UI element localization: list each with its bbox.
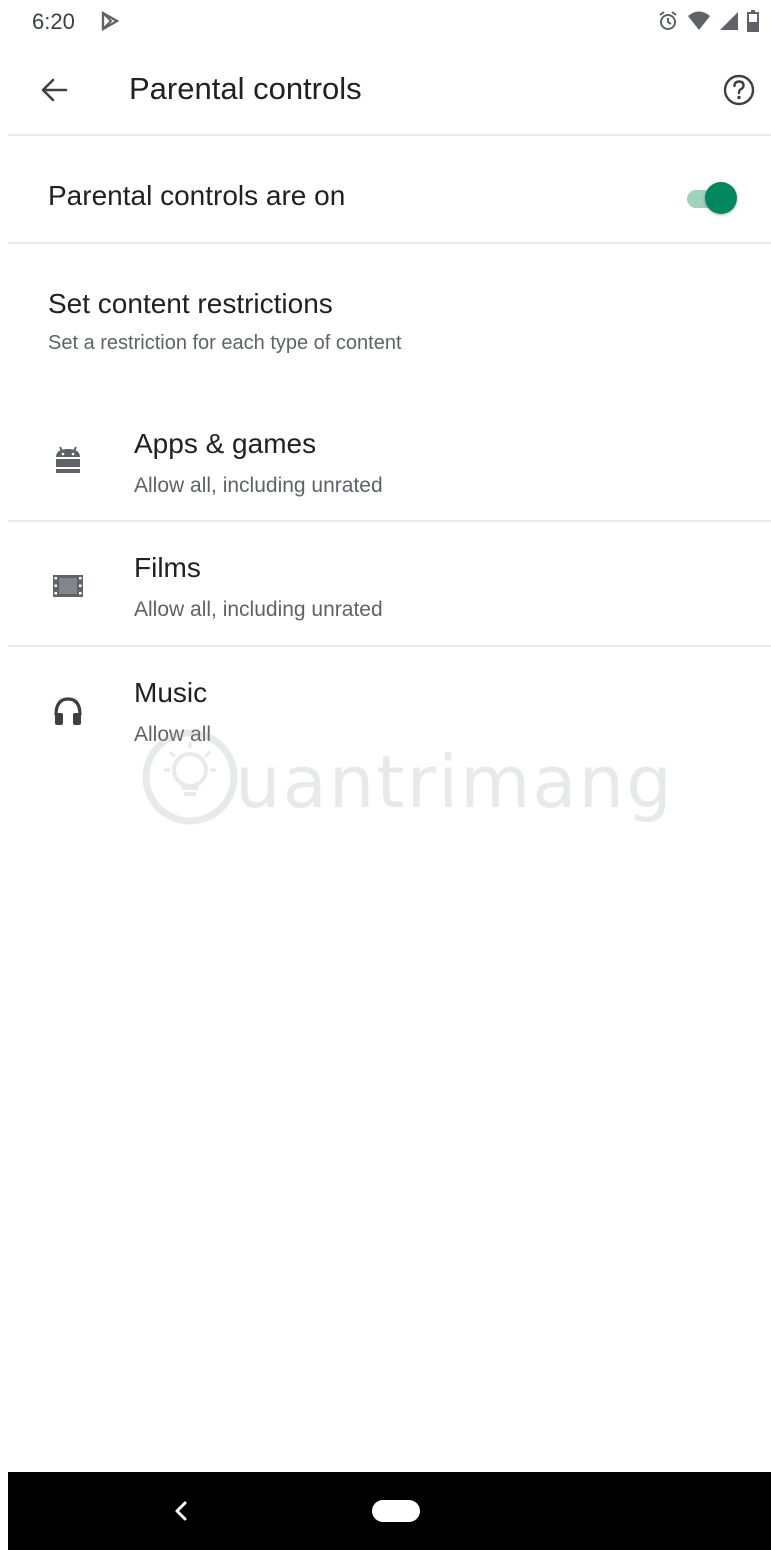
divider <box>8 645 771 647</box>
battery-icon <box>747 10 759 37</box>
list-item-apps-games[interactable]: Apps & games Allow all, including unrate… <box>8 400 771 522</box>
status-icons <box>657 10 759 37</box>
item-title: Apps & games <box>134 428 317 459</box>
content-restrictions-header: Set content restrictions Set a restricti… <box>48 288 402 355</box>
page-title: Parental controls <box>129 71 362 106</box>
section-title: Set content restrictions <box>48 288 333 319</box>
app-bar: Parental controls <box>8 46 771 134</box>
watermark-text: uantrimang <box>235 740 674 824</box>
item-title: Music <box>134 677 208 708</box>
item-value: Allow all, including unrated <box>134 598 383 621</box>
switch-thumb <box>705 182 737 214</box>
help-button[interactable] <box>717 70 761 114</box>
watermark: uantrimang <box>140 722 672 842</box>
item-value: Allow all, including unrated <box>134 474 383 497</box>
status-bar: 6:20 <box>8 0 771 44</box>
parental-controls-toggle-row[interactable]: Parental controls are on <box>8 140 771 240</box>
divider <box>8 520 771 522</box>
wifi-icon <box>687 11 711 36</box>
back-button[interactable] <box>32 70 76 114</box>
nav-back-icon <box>173 1500 189 1527</box>
android-icon <box>48 440 88 480</box>
status-time: 6:20 <box>32 9 75 34</box>
headphones-icon <box>48 691 88 731</box>
signal-icon <box>719 11 739 36</box>
back-arrow-icon <box>38 74 70 111</box>
section-subtitle: Set a restriction for each type of conte… <box>48 332 402 354</box>
film-icon <box>48 566 88 606</box>
divider <box>8 242 771 244</box>
nav-back-button[interactable] <box>166 1498 196 1528</box>
alarm-icon <box>657 10 679 37</box>
navigation-bar <box>8 1472 771 1550</box>
list-item-films[interactable]: Films Allow all, including unrated <box>8 524 771 646</box>
help-icon <box>722 73 756 112</box>
item-title: Films <box>134 552 201 583</box>
parental-controls-switch[interactable] <box>685 180 739 214</box>
play-store-notification-icon <box>100 10 120 36</box>
screen: 6:20 Parental controls Parental controls… <box>8 0 771 1550</box>
parental-controls-label: Parental controls are on <box>48 180 346 211</box>
nav-home-pill-icon[interactable] <box>372 1500 420 1522</box>
watermark-logo-icon <box>142 729 238 825</box>
divider <box>8 134 771 136</box>
